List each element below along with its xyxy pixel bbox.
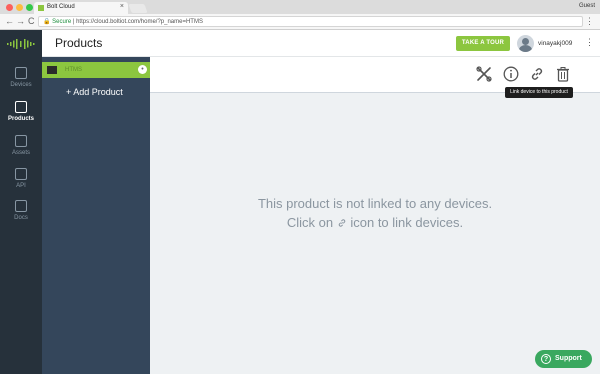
support-button[interactable]: ? Support — [535, 350, 592, 368]
product-thumbnail-icon — [47, 66, 57, 74]
avatar-body — [519, 45, 532, 52]
empty-state-text-before: Click on — [286, 215, 337, 230]
configure-tools-icon[interactable] — [476, 66, 492, 82]
page-title: Products — [55, 36, 103, 50]
minimize-window-button[interactable] — [16, 4, 23, 11]
devices-icon — [15, 67, 27, 79]
product-list-panel: HTMS • + Add Product — [42, 57, 150, 374]
avatar-head — [522, 38, 529, 45]
trash-icon — [557, 67, 569, 82]
sidebar-item-label: Docs — [14, 215, 28, 221]
browser-address-bar: ← → C 🔒 Secure | https://cloud.boltiot.c… — [0, 14, 600, 30]
info-icon[interactable] — [503, 66, 519, 82]
browser-menu-icon[interactable]: ⋮ — [585, 16, 594, 27]
delete-product-icon[interactable] — [555, 66, 571, 82]
sidebar-item-products[interactable]: Products — [0, 101, 42, 131]
maximize-window-button[interactable] — [26, 4, 33, 11]
tab-close-icon[interactable]: × — [120, 3, 124, 10]
browser-tab[interactable]: Bolt Cloud × — [34, 2, 128, 14]
sidebar-item-docs[interactable]: Docs — [0, 200, 42, 230]
forward-arrow-icon[interactable]: → — [16, 16, 25, 26]
close-window-button[interactable] — [6, 4, 13, 11]
sidebar-item-label: Devices — [10, 82, 32, 88]
tab-title: Bolt Cloud — [47, 4, 75, 10]
guest-profile-label[interactable]: Guest — [579, 3, 595, 9]
bolt-logo[interactable] — [0, 30, 42, 57]
username-label[interactable]: vinayakj009 — [538, 40, 572, 47]
app-header: Products TAKE A TOUR vinayakj009 ⋮ — [0, 30, 600, 57]
products-icon — [15, 101, 27, 113]
tools-icon — [476, 66, 492, 82]
secure-label: Secure — [52, 19, 72, 25]
bolt-favicon-icon — [38, 5, 44, 11]
info-circle-icon — [503, 66, 519, 82]
lock-icon: 🔒 — [43, 19, 51, 25]
more-options-icon[interactable]: ⋮ — [585, 37, 594, 48]
url-input[interactable]: 🔒 Secure | https://cloud.boltiot.com/hom… — [38, 16, 583, 27]
bolt-logo-icon — [7, 39, 35, 49]
assets-icon — [15, 135, 27, 147]
sidebar-item-label: API — [16, 183, 26, 189]
product-item-selected[interactable]: HTMS • — [42, 62, 150, 78]
empty-state-line1: This product is not linked to any device… — [257, 196, 493, 211]
api-icon — [15, 168, 27, 180]
help-icon: ? — [541, 354, 551, 364]
product-settings-icon[interactable]: • — [138, 65, 147, 74]
reload-icon[interactable]: C — [28, 16, 35, 26]
link-device-tooltip: Link device to this product — [505, 87, 573, 98]
empty-state-message: This product is not linked to any device… — [150, 194, 600, 232]
user-avatar[interactable] — [517, 35, 534, 52]
support-label: Support — [555, 355, 582, 362]
sidebar-item-assets[interactable]: Assets — [0, 135, 42, 165]
link-icon — [531, 68, 543, 80]
back-arrow-icon[interactable]: ← — [5, 16, 14, 26]
url-text: https://cloud.boltiot.com/home/?p_name=H… — [76, 19, 203, 25]
docs-icon — [15, 200, 27, 212]
new-tab-button[interactable] — [128, 4, 148, 13]
main-nav-sidebar: Devices Products Assets API Docs — [0, 57, 42, 374]
inline-link-icon — [338, 219, 345, 227]
sidebar-item-label: Assets — [11, 150, 30, 156]
sidebar-item-devices[interactable]: Devices — [0, 67, 42, 97]
take-a-tour-button[interactable]: TAKE A TOUR — [456, 36, 510, 51]
link-device-icon[interactable] — [529, 66, 545, 82]
add-product-button[interactable]: + Add Product — [66, 87, 123, 97]
product-name: HTMS — [65, 67, 82, 73]
browser-tab-bar: Bolt Cloud × Guest — [0, 0, 600, 14]
empty-state-text-after: icon to link devices. — [346, 215, 464, 230]
sidebar-item-label: Products — [7, 116, 34, 122]
main-content: Link device to this product This product… — [150, 57, 600, 374]
empty-state-line2: Click on icon to link devices. — [150, 213, 600, 232]
sidebar-item-api[interactable]: API — [0, 168, 42, 198]
